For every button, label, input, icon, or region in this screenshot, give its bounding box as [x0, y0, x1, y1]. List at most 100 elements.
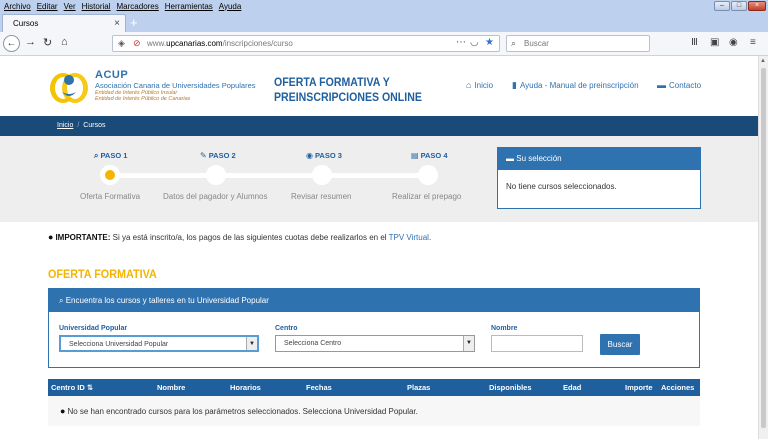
- scroll-thumb[interactable]: [761, 68, 766, 428]
- col-centro-id[interactable]: Centro ID ⇅: [51, 383, 93, 392]
- section-title: OFERTA FORMATIVA: [48, 267, 157, 281]
- more-icon[interactable]: ⋯: [456, 37, 466, 48]
- step-1-label: ⌕ PASO 1: [94, 151, 128, 160]
- filter-panel: ⌕ Encuentra los cursos y talleres en tu …: [48, 288, 700, 368]
- tab-cursos[interactable]: Cursos ×: [2, 14, 126, 32]
- step-2-dot: [206, 165, 226, 185]
- step-1-dot: [100, 165, 120, 185]
- reload-icon[interactable]: ↻: [43, 36, 52, 49]
- col-horarios: Horarios: [230, 383, 261, 392]
- minimize-icon[interactable]: –: [714, 1, 730, 11]
- breadcrumb-current: Cursos: [83, 122, 106, 129]
- sidebar-icon[interactable]: ▣: [710, 37, 719, 48]
- col-edad: Edad: [563, 383, 582, 392]
- steps-track: [110, 173, 428, 178]
- step-3-name: Revisar resumen: [291, 192, 352, 201]
- nombre-label: Nombre: [491, 325, 518, 332]
- bookmark-star-icon[interactable]: ★: [485, 37, 494, 48]
- home-icon[interactable]: ⌂: [61, 36, 68, 48]
- eye-icon: ◉: [306, 151, 313, 160]
- menu-icon[interactable]: ≡: [750, 37, 756, 48]
- col-plazas: Plazas: [407, 383, 431, 392]
- universidad-popular-select[interactable]: Selecciona Universidad Popular ▼: [59, 335, 259, 352]
- chat-icon: ▬: [657, 80, 666, 90]
- home-icon: ⌂: [466, 80, 472, 90]
- acup-logo: [50, 73, 88, 103]
- menu-marcadores[interactable]: Marcadores: [117, 2, 159, 11]
- menu-archivo[interactable]: Archivo: [4, 2, 31, 11]
- nav-contacto[interactable]: ▬ Contacto: [657, 80, 701, 90]
- navigation-toolbar: ← → ↻ ⌂ ◈ ⊘ www.upcanarias.com/inscripci…: [0, 32, 768, 56]
- selection-empty-text: No tiene cursos seleccionados.: [506, 182, 617, 191]
- url-bar[interactable]: ◈ ⊘ www.upcanarias.com/inscripciones/cur…: [112, 35, 500, 52]
- cart-icon: ▬: [506, 154, 517, 163]
- nav-inicio[interactable]: ⌂ Inicio: [466, 80, 493, 90]
- lock-icon[interactable]: ⊘: [133, 38, 141, 49]
- step-4-name: Realizar el prepago: [392, 192, 462, 201]
- step-1-name: Oferta Formativa: [80, 192, 141, 201]
- new-tab-icon[interactable]: +: [130, 15, 138, 30]
- centro-select[interactable]: Selecciona Centro ▼: [275, 335, 475, 352]
- menu-herramientas[interactable]: Herramientas: [165, 2, 213, 11]
- menu-editar[interactable]: Editar: [37, 2, 58, 11]
- col-nombre: Nombre: [157, 383, 186, 392]
- breadcrumb: Inicio / Cursos: [57, 122, 106, 129]
- menu-ayuda[interactable]: Ayuda: [219, 2, 242, 11]
- important-notice: ● IMPORTANTE: Si ya está inscrito/a, los …: [48, 232, 432, 242]
- window-controls: – □ ×: [714, 1, 766, 11]
- table-header: Centro ID ⇅ Nombre Horarios Fechas Plaza…: [48, 379, 700, 396]
- browser-menubar: Archivo Editar Ver Historial Marcadores …: [0, 0, 768, 12]
- empty-message: ● No se han encontrado cursos para los pa…: [60, 406, 418, 416]
- search-icon: ⌕: [94, 151, 99, 160]
- scroll-up-icon[interactable]: ▲: [760, 58, 766, 64]
- back-icon[interactable]: ←: [3, 35, 20, 52]
- buscar-button[interactable]: Buscar: [600, 334, 640, 355]
- col-disponibles: Disponibles: [489, 383, 532, 392]
- credit-card-icon: ▤: [411, 151, 419, 160]
- col-fechas: Fechas: [306, 383, 332, 392]
- acup-entity-lines: Entidad de Interés Público Insular Entid…: [95, 90, 191, 102]
- step-3-dot: [312, 165, 332, 185]
- pocket-icon[interactable]: ◡: [470, 37, 479, 48]
- pencil-icon: ✎: [200, 151, 207, 160]
- acup-name: ACUP: [95, 69, 129, 81]
- step-2-name: Datos del pagador y Alumnos: [163, 192, 268, 201]
- page-content: ACUP Asociación Canaria de Universidades…: [0, 56, 758, 439]
- search-input[interactable]: ⌕ Buscar: [506, 35, 650, 52]
- selection-panel: ▬ Su selección No tiene cursos seleccion…: [497, 147, 701, 209]
- nombre-input[interactable]: [491, 335, 583, 352]
- shield-icon[interactable]: ◈: [118, 38, 125, 49]
- tab-bar: Cursos × +: [0, 12, 768, 32]
- tpv-virtual-link[interactable]: TPV Virtual: [389, 233, 429, 242]
- close-window-icon[interactable]: ×: [748, 1, 766, 11]
- acup-full-name: Asociación Canaria de Universidades Popu…: [95, 81, 256, 90]
- centro-label: Centro: [275, 325, 298, 332]
- search-placeholder: Buscar: [524, 39, 549, 48]
- tab-title: Cursos: [13, 19, 39, 28]
- nav-ayuda[interactable]: ▮ Ayuda - Manual de preinscripción: [512, 80, 639, 91]
- search-icon: ⌕: [59, 296, 66, 305]
- breadcrumb-bar: Inicio / Cursos: [0, 116, 758, 136]
- vertical-scrollbar[interactable]: ▲: [758, 56, 768, 439]
- info-icon: ●: [48, 232, 54, 242]
- tab-close-icon[interactable]: ×: [114, 18, 120, 29]
- step-3-label: ◉ PASO 3: [306, 151, 342, 160]
- filter-header: ⌕ Encuentra los cursos y talleres en tu …: [49, 289, 699, 312]
- menu-ver[interactable]: Ver: [64, 2, 76, 11]
- sort-icon: ⇅: [86, 383, 94, 392]
- col-acciones: Acciones: [661, 383, 695, 392]
- chevron-down-icon: ▼: [246, 337, 257, 350]
- chevron-down-icon: ▼: [463, 336, 474, 351]
- step-4-dot: [418, 165, 438, 185]
- col-importe: Importe: [625, 383, 653, 392]
- maximize-icon[interactable]: □: [731, 1, 747, 11]
- breadcrumb-home[interactable]: Inicio: [57, 122, 73, 129]
- library-icon[interactable]: Ⅲ: [691, 37, 698, 48]
- page-title: OFERTA FORMATIVA Y PREINSCRIPCIONES ONLI…: [274, 75, 422, 104]
- step-2-label: ✎ PASO 2: [200, 151, 236, 160]
- menu-historial[interactable]: Historial: [82, 2, 111, 11]
- info-icon: ●: [60, 406, 66, 416]
- account-icon[interactable]: ◉: [729, 37, 738, 48]
- forward-icon[interactable]: →: [25, 36, 36, 48]
- search-icon: ⌕: [511, 38, 517, 48]
